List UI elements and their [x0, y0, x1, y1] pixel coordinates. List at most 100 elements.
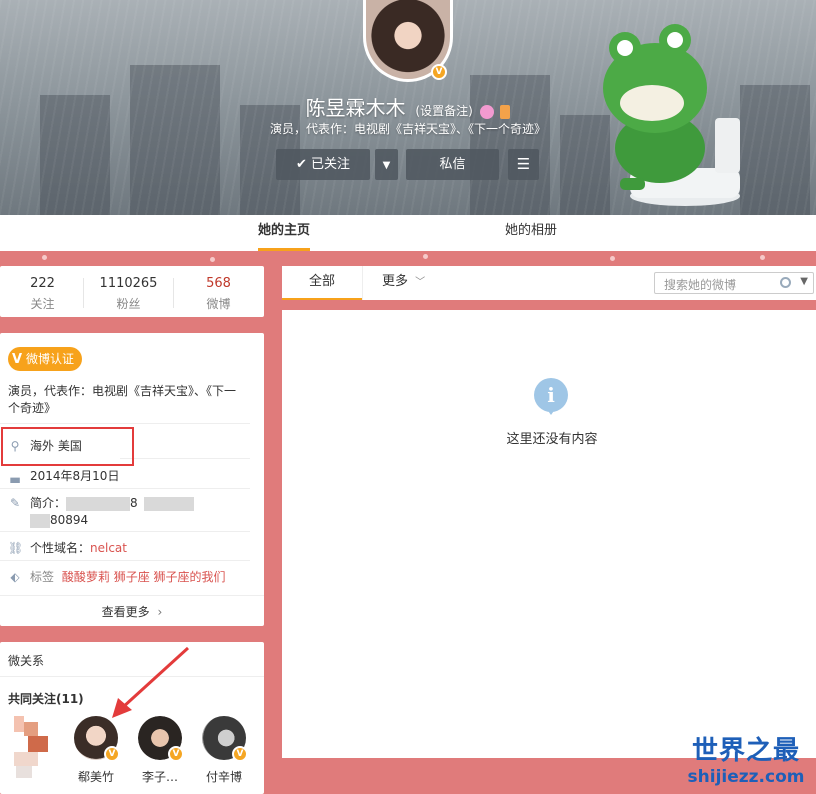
- following-button[interactable]: ✔ 已关注: [276, 149, 370, 180]
- blurred-text: [30, 513, 50, 528]
- verified-v-icon: V: [232, 746, 248, 762]
- caret-down-icon[interactable]: ▼: [800, 276, 808, 287]
- verification-badge[interactable]: V 微博认证: [8, 347, 83, 371]
- birthday-icon: ▃: [10, 469, 20, 483]
- stat-following[interactable]: 222 关注: [0, 276, 85, 312]
- profile-avatar[interactable]: V: [363, 0, 453, 82]
- profile-name: 陈昱霖木木: [305, 96, 406, 120]
- decorative-dots: [0, 251, 816, 265]
- verified-v-icon: V: [104, 746, 120, 762]
- follow-avatar[interactable]: V: [202, 716, 248, 762]
- blurred-avatar[interactable]: [14, 716, 48, 780]
- info-icon-tail: [546, 408, 556, 415]
- stat-label: 粉丝: [116, 297, 141, 311]
- dot: [42, 255, 47, 260]
- cover-banner: V 陈昱霖木木 (设置备注) 演员，代表作：电视剧《吉祥天宝》、《下一个奇迹》 …: [0, 0, 816, 215]
- chevron-right-icon: ›: [157, 605, 163, 619]
- tag-link[interactable]: 酸酸萝莉: [62, 570, 110, 584]
- stats-panel: 222 关注 1110265 粉丝 568 微博: [0, 266, 264, 317]
- follow-name[interactable]: 郗美竹: [61, 768, 131, 785]
- profile-tabbar: 她的主页 她的相册: [0, 215, 816, 251]
- dot: [210, 257, 215, 262]
- domain-row: ⛓ 个性域名：nelcat: [8, 539, 250, 556]
- empty-message: 这里还没有内容: [506, 432, 598, 447]
- birthday-text: 2014年8月10日: [30, 469, 120, 483]
- tag-link[interactable]: 狮子座的我们: [154, 570, 226, 584]
- see-more-link[interactable]: 查看更多 ›: [0, 603, 264, 620]
- divider: [0, 531, 250, 532]
- check-icon: ✔: [295, 157, 307, 172]
- follow-avatar[interactable]: V: [138, 716, 184, 762]
- watermark-domain: shijiezz.com: [687, 767, 805, 787]
- dot: [610, 256, 615, 261]
- domain-link[interactable]: nelcat: [90, 541, 127, 555]
- tab-more[interactable]: 更多 ﹀: [382, 266, 425, 300]
- stat-weibo[interactable]: 568 微博: [176, 276, 261, 312]
- divider: [0, 488, 250, 489]
- verified-v-icon: V: [168, 746, 184, 762]
- divider: [0, 560, 250, 561]
- blurred-text: [143, 496, 194, 511]
- stat-divider: [173, 278, 174, 308]
- info-panel: V 微博认证 演员，代表作：电视剧《吉祥天宝》、《下一 个奇迹》 ⚲ 海外 美国 ▃…: [0, 333, 264, 626]
- verification-text-line: 个奇迹》: [8, 401, 57, 415]
- follow-name[interactable]: 李子…: [125, 768, 195, 785]
- more-menu-button[interactable]: ☰: [508, 149, 539, 180]
- follow-avatar[interactable]: V: [74, 716, 120, 762]
- info-icon: i: [534, 378, 568, 412]
- hourglass-icon[interactable]: [500, 104, 511, 119]
- verified-v-icon: V: [12, 352, 23, 367]
- member-icon[interactable]: [479, 104, 494, 119]
- tab-album[interactable]: 她的相册: [505, 215, 557, 251]
- intro-text: 80894: [50, 513, 89, 527]
- follow-name[interactable]: 付辛博: [189, 768, 259, 785]
- divider: [0, 595, 264, 596]
- profile-name-line: 陈昱霖木木 (设置备注): [0, 92, 816, 121]
- tab-all[interactable]: 全部: [282, 266, 362, 300]
- domain-label: 个性域名：: [30, 541, 91, 555]
- tag-link[interactable]: 狮子座: [114, 570, 150, 584]
- stat-value: 568: [206, 276, 231, 291]
- intro-row: ✎ 简介： 8 80894: [8, 495, 250, 529]
- watermark-title: 世界之最: [691, 736, 800, 766]
- tab-home[interactable]: 她的主页: [258, 215, 311, 251]
- dot: [423, 254, 428, 259]
- menu-icon: ☰: [516, 155, 531, 173]
- tags-label: 标签: [30, 570, 55, 584]
- link-icon: ⛓: [8, 541, 24, 555]
- tag-icon: ⬖: [10, 570, 20, 584]
- relations-title: 微关系: [8, 654, 45, 668]
- common-follow-title[interactable]: 共同关注(11): [8, 690, 84, 707]
- feed-tabbar: 全部 更多 ﹀ 搜索她的微博 ▼: [282, 266, 816, 300]
- stat-label: 微博: [206, 297, 231, 311]
- search-icon[interactable]: [780, 277, 791, 288]
- tags-row: ⬖ 标签 酸酸萝莉 狮子座 狮子座的我们: [8, 568, 250, 585]
- highlight-box: [1, 427, 134, 466]
- stat-label: 关注: [30, 297, 55, 311]
- site-watermark: 世界之最 shijiezz.com: [676, 735, 816, 787]
- birthday-row: ▃ 2014年8月10日: [8, 467, 250, 484]
- stat-fans[interactable]: 1110265 粉丝: [86, 276, 171, 312]
- intro-label: 简介：: [30, 496, 67, 510]
- verification-badge-label: 微博认证: [26, 352, 75, 366]
- tab-more-label: 更多: [382, 274, 409, 289]
- intro-text: 8: [130, 496, 138, 510]
- set-remark-link[interactable]: (设置备注): [415, 104, 472, 118]
- stat-value: 1110265: [99, 276, 158, 291]
- caret-down-icon: ▼: [382, 160, 391, 171]
- divider: [120, 458, 250, 459]
- verified-v-icon: V: [431, 64, 447, 80]
- weibo-search-box[interactable]: 搜索她的微博 ▼: [654, 272, 814, 294]
- private-message-button[interactable]: 私信: [406, 149, 499, 180]
- stat-value: 222: [30, 276, 55, 291]
- blurred-text: [66, 496, 131, 511]
- feed-empty-panel: i 这里还没有内容: [282, 310, 816, 758]
- profile-description: 演员，代表作：电视剧《吉祥天宝》、《下一个奇迹》: [269, 122, 546, 136]
- annotation-arrow: [112, 646, 190, 718]
- follow-dropdown-button[interactable]: ▼: [375, 149, 398, 180]
- divider: [362, 266, 363, 300]
- verification-text: 演员，代表作：电视剧《吉祥天宝》、《下一 个奇迹》: [8, 383, 250, 417]
- verification-text-line: 演员，代表作：电视剧《吉祥天宝》、《下一: [8, 384, 237, 398]
- divider: [0, 423, 250, 424]
- dot: [760, 255, 765, 260]
